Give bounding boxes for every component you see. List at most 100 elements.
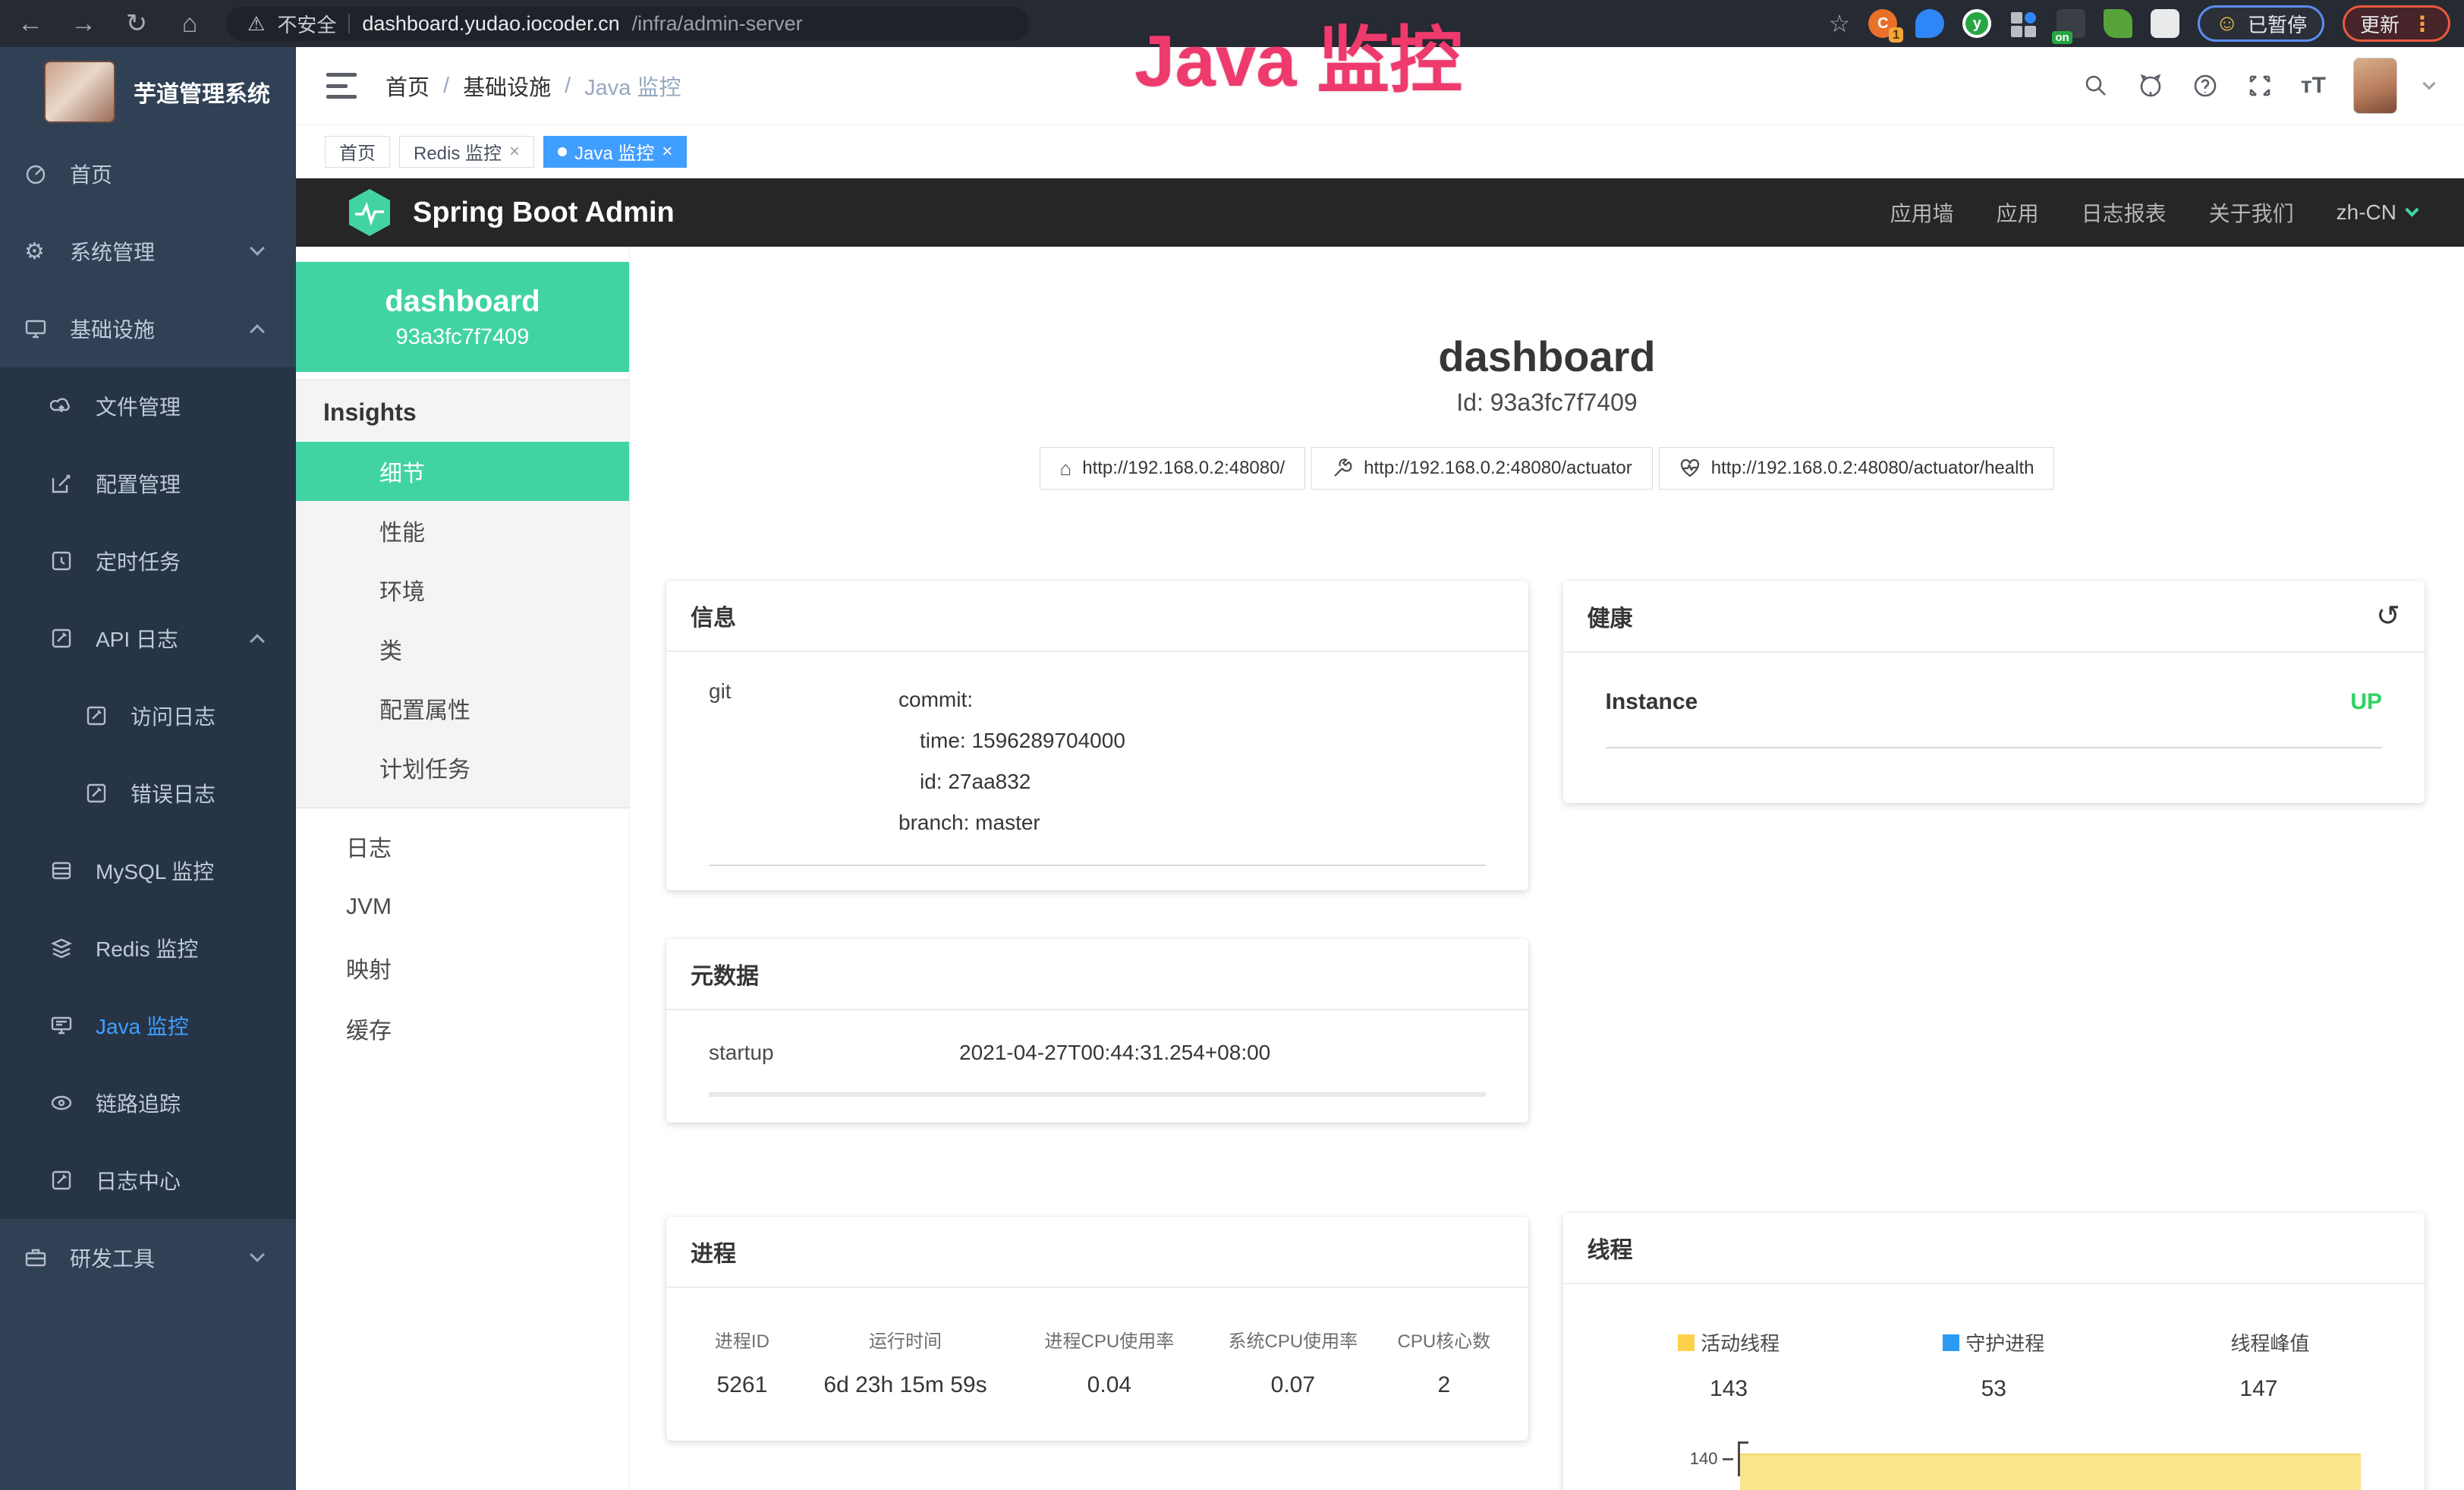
sba-nav-applications[interactable]: 应用: [1997, 197, 2039, 228]
instance-sidebar: dashboard 93a3fc7f7409 Insights 细节 性能 环境…: [296, 247, 630, 1490]
sidebar-item-home[interactable]: 首页: [0, 135, 296, 213]
home-icon[interactable]: ⌂: [173, 11, 206, 36]
sba-nav-journal[interactable]: 日志报表: [2082, 197, 2167, 228]
stack-icon: [50, 937, 93, 959]
actuator-url-button[interactable]: http://192.168.0.2:48080/actuator: [1311, 447, 1653, 490]
bookmark-star-icon[interactable]: ☆: [1829, 9, 1851, 38]
forward-icon[interactable]: →: [67, 11, 100, 36]
back-icon[interactable]: ←: [14, 11, 47, 36]
sidebar-item-accesslog[interactable]: 访问日志: [0, 677, 296, 754]
info-card-header: 信息: [666, 581, 1528, 652]
column-header: 进程CPU使用率: [1015, 1311, 1203, 1360]
sidebar-item-job[interactable]: 定时任务: [0, 522, 296, 600]
health-row[interactable]: Instance UP: [1606, 689, 2383, 748]
extension-y-letter: y: [1973, 15, 1981, 33]
sidebar-item-jvm[interactable]: JVM: [296, 877, 629, 937]
extension-on-badge: on: [2052, 31, 2072, 44]
home-icon: ⌂: [1060, 457, 1072, 480]
extension-icon-y[interactable]: y: [1962, 9, 1991, 38]
active-dot: [558, 147, 567, 156]
metadata-card: 元数据 startup 2021-04-27T00:44:31.254+08:0…: [666, 939, 1528, 1123]
tag-redis-monitor[interactable]: Redis 监控 ×: [399, 136, 534, 168]
help-icon[interactable]: [2192, 72, 2219, 99]
info-line: id: 27aa832: [898, 761, 1125, 802]
close-icon[interactable]: ×: [662, 141, 672, 162]
sba-nav-wallboard[interactable]: 应用墙: [1890, 197, 1954, 228]
sidebar-item-infra[interactable]: 基础设施: [0, 290, 296, 367]
header-actions: ᴛT: [2082, 58, 2434, 114]
legend-swatch-yellow: [1678, 1334, 1695, 1351]
process-value-row: 5261 6d 23h 15m 59s 0.04 0.07 2: [689, 1360, 1506, 1410]
service-url-button[interactable]: ⌂ http://192.168.0.2:48080/: [1040, 447, 1306, 490]
breadcrumb-item[interactable]: 首页: [385, 70, 430, 102]
y-axis-tick: 140: [1597, 1449, 1718, 1469]
address-bar[interactable]: ⚠ 不安全 dashboard.yudao.iocoder.cn/infra/a…: [226, 6, 1029, 41]
extension-icon-grid[interactable]: [2009, 9, 2038, 38]
instance-header[interactable]: dashboard 93a3fc7f7409: [296, 262, 629, 372]
sidebar-item-trace[interactable]: 链路追踪: [0, 1064, 296, 1142]
brand[interactable]: 芋道管理系统: [0, 47, 296, 135]
sidebar-item-details[interactable]: 细节: [296, 442, 629, 501]
font-size-icon[interactable]: ᴛT: [2301, 73, 2326, 99]
metadata-card-body: startup 2021-04-27T00:44:31.254+08:00: [666, 1010, 1528, 1123]
sidebar-item-java-monitor[interactable]: Java 监控: [0, 987, 296, 1064]
sidebar-submenu-infra: 文件管理 配置管理 定时任务 API 日志 访问日志 错误日志: [0, 367, 296, 1219]
sidebar-item-environment[interactable]: 环境: [296, 560, 629, 619]
sidebar-item-devtools[interactable]: 研发工具: [0, 1219, 296, 1296]
sidebar-item-label: 研发工具: [70, 1243, 155, 1273]
monitor-icon: [24, 317, 67, 340]
sidebar-item-file[interactable]: 文件管理: [0, 367, 296, 445]
browser-menu-icon[interactable]: ⋮: [2412, 11, 2433, 36]
health-url-button[interactable]: http://192.168.0.2:48080/actuator/health: [1659, 447, 2055, 490]
sidebar-item-mysql[interactable]: MySQL 监控: [0, 832, 296, 909]
user-avatar[interactable]: [2353, 58, 2397, 114]
extension-badge: 1: [1889, 27, 1903, 43]
sba-nav-about[interactable]: 关于我们: [2209, 197, 2294, 228]
tag-home[interactable]: 首页: [325, 136, 390, 168]
locale-selector[interactable]: zh-CN: [2337, 200, 2417, 225]
y-axis-tickmark: [1723, 1458, 1733, 1460]
health-url: http://192.168.0.2:48080/actuator/health: [1711, 458, 2034, 479]
breadcrumb-item[interactable]: 基础设施: [463, 70, 551, 102]
sidebar-item-errorlog[interactable]: 错误日志: [0, 754, 296, 832]
process-pid: 5261: [689, 1360, 795, 1410]
sidebar-item-caches[interactable]: 缓存: [296, 998, 629, 1059]
sidebar-item-configprops[interactable]: 配置属性: [296, 679, 629, 738]
item-label: 细节: [379, 455, 425, 488]
extensions-puzzle-icon[interactable]: [2151, 9, 2179, 38]
tag-java-monitor[interactable]: Java 监控 ×: [543, 136, 687, 168]
threads-card-body: 活动线程 143 守护进程 53 线程峰值 14: [1563, 1284, 2425, 1490]
profile-paused-badge[interactable]: ☺ 已暂停: [2198, 5, 2324, 42]
search-icon[interactable]: [2082, 72, 2110, 99]
metadata-label: startup: [709, 1041, 959, 1065]
close-icon[interactable]: ×: [509, 141, 520, 162]
sidebar-item-classes[interactable]: 类: [296, 619, 629, 679]
chrome-update-button[interactable]: 更新 ⋮: [2343, 5, 2450, 42]
log-edit-icon: [85, 782, 127, 805]
avatar-caret-icon[interactable]: [2423, 77, 2436, 90]
history-icon[interactable]: ↺: [2376, 599, 2400, 633]
sidebar-item-logs[interactable]: 日志: [296, 816, 629, 877]
sidebar-item-scheduled-tasks[interactable]: 计划任务: [296, 738, 629, 797]
threads-card-header: 线程: [1563, 1213, 2425, 1284]
sidebar-item-redis[interactable]: Redis 监控: [0, 909, 296, 987]
refresh-icon[interactable]: ↻: [120, 11, 153, 36]
fullscreen-icon[interactable]: [2246, 72, 2274, 99]
sidebar-item-apilog[interactable]: API 日志: [0, 600, 296, 677]
card-title: 进程: [691, 1235, 736, 1268]
chevron-down-icon: [2405, 203, 2418, 216]
extension-icon-leaf[interactable]: [2104, 9, 2132, 38]
legend-peak: 线程峰值 147: [2126, 1328, 2391, 1402]
sidebar-item-mappings[interactable]: 映射: [296, 937, 629, 998]
extension-icon-switch[interactable]: on: [2056, 9, 2085, 38]
sidebar-item-system[interactable]: ⚙ 系统管理: [0, 213, 296, 290]
sidebar-item-logcenter[interactable]: 日志中心: [0, 1142, 296, 1219]
extension-icon-pin[interactable]: [1915, 9, 1944, 38]
github-icon[interactable]: [2137, 72, 2164, 99]
process-header-row: 进程ID 运行时间 进程CPU使用率 系统CPU使用率 CPU核心数: [689, 1311, 1506, 1360]
sidebar-item-config[interactable]: 配置管理: [0, 445, 296, 522]
extension-icon-orange[interactable]: C1: [1868, 9, 1897, 38]
legend-swatch-none: [2208, 1334, 2224, 1351]
hamburger-icon[interactable]: [326, 73, 357, 99]
sidebar-item-metrics[interactable]: 性能: [296, 501, 629, 560]
